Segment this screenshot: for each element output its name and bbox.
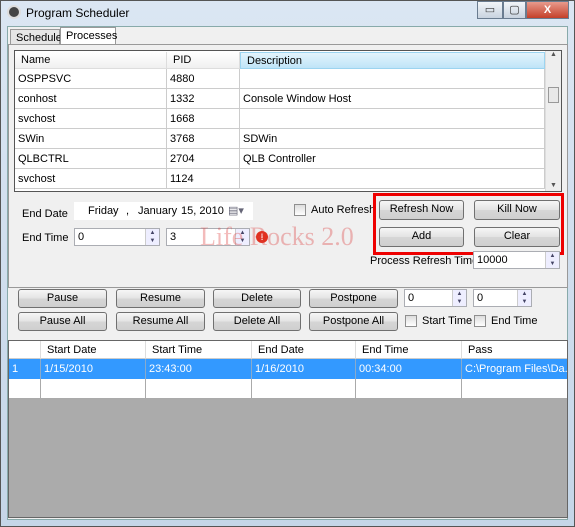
value: 0 xyxy=(408,292,415,304)
postpone-button[interactable]: Postpone xyxy=(309,289,398,308)
auto-refresh-checkbox[interactable] xyxy=(294,204,306,216)
cell-pass[interactable] xyxy=(462,379,567,399)
end-time-check-label: End Time xyxy=(491,315,538,327)
cell-start-time[interactable] xyxy=(146,379,252,399)
scroll-down-icon[interactable]: ▼ xyxy=(546,182,561,189)
end-time-hours[interactable]: 0 ▲ ▼ xyxy=(74,228,160,246)
process-description[interactable] xyxy=(240,169,545,189)
process-name[interactable]: conhost xyxy=(15,89,167,109)
resume-button[interactable]: Resume xyxy=(116,289,205,308)
delete-button[interactable]: Delete xyxy=(213,289,301,308)
column-header-description[interactable]: Description xyxy=(240,52,545,69)
postpone-spinner-1[interactable]: 0 ▲ ▼ xyxy=(404,289,467,307)
start-time-label: Start Time xyxy=(422,315,473,327)
pause-all-button[interactable]: Pause All xyxy=(18,312,107,331)
postpone-all-button[interactable]: Postpone All xyxy=(309,312,398,331)
cell-row-header[interactable]: 1 xyxy=(9,359,41,379)
window-title: Program Scheduler xyxy=(26,6,130,20)
end-time-checkbox[interactable] xyxy=(474,315,486,327)
process-description[interactable] xyxy=(240,69,545,89)
close-button[interactable]: X xyxy=(526,1,569,19)
end-date-label: End Date xyxy=(22,208,68,220)
value: 3 xyxy=(170,231,177,243)
column-header-start-time[interactable]: Start Time xyxy=(146,341,252,359)
process-refresh-label: Process Refresh Time xyxy=(370,255,479,267)
process-pid[interactable]: 1332 xyxy=(167,89,240,109)
scroll-thumb[interactable] xyxy=(548,87,559,103)
column-header-end-date[interactable]: End Date xyxy=(252,341,356,359)
value: 10000 xyxy=(477,254,508,266)
delete-all-button[interactable]: Delete All xyxy=(213,312,301,331)
watermark: Life Rocks 2.0 xyxy=(200,222,354,251)
day-year: 15, 2010 xyxy=(181,205,224,217)
column-header-pass[interactable]: Pass xyxy=(462,341,567,359)
process-name[interactable]: svchost xyxy=(15,109,167,129)
spinner-arrows-icon[interactable]: ▲ ▼ xyxy=(145,229,159,245)
column-header-name[interactable]: Name xyxy=(15,52,167,69)
start-time-checkbox[interactable] xyxy=(405,315,417,327)
app-icon xyxy=(7,5,21,19)
minimize-button[interactable]: ▭ xyxy=(477,1,503,19)
cell-end-date[interactable]: 1/16/2010 xyxy=(252,359,356,379)
process-name[interactable]: OSPPSVC xyxy=(15,69,167,89)
column-header-end-time[interactable]: End Time xyxy=(356,341,462,359)
scroll-up-icon[interactable]: ▲ xyxy=(546,51,561,58)
date-separator: , xyxy=(126,205,130,217)
cell-start-time[interactable]: 23:43:00 xyxy=(146,359,252,379)
process-name[interactable]: svchost xyxy=(15,169,167,189)
process-description[interactable]: Console Window Host xyxy=(240,89,545,109)
process-description[interactable]: QLB Controller xyxy=(240,149,545,169)
cell-start-date[interactable]: 1/15/2010 xyxy=(41,359,146,379)
schedule-grid[interactable]: Start Date Start Time End Date End Time Pass… xyxy=(8,340,568,518)
resume-all-button[interactable]: Resume All xyxy=(116,312,205,331)
process-name[interactable]: SWin xyxy=(15,129,167,149)
value: 0 xyxy=(78,231,85,243)
process-description[interactable] xyxy=(240,109,545,129)
cell-end-time[interactable] xyxy=(356,379,462,399)
calendar-dropdown-icon[interactable]: ▤▾ xyxy=(228,204,244,217)
process-refresh-input[interactable]: 10000 ▲ ▼ xyxy=(473,251,560,269)
spinner-arrows-icon[interactable]: ▲ ▼ xyxy=(517,290,531,306)
cell-end-date[interactable] xyxy=(252,379,356,399)
end-date-picker[interactable]: Friday , January 15, 2010 ▤▾ xyxy=(74,202,253,220)
process-name[interactable]: QLBCTRL xyxy=(15,149,167,169)
process-pid[interactable]: 1124 xyxy=(167,169,240,189)
column-header-pid[interactable]: PID xyxy=(167,52,240,69)
pause-button[interactable]: Pause xyxy=(18,289,107,308)
spinner-arrows-icon[interactable]: ▲ ▼ xyxy=(452,290,466,306)
process-list[interactable]: Name PID Description ▲ ▼ OSPPSVC 4880 conh… xyxy=(14,50,562,192)
month: January xyxy=(138,205,178,217)
process-pid[interactable]: 1668 xyxy=(167,109,240,129)
auto-refresh-label: Auto Refresh xyxy=(311,204,376,216)
value: 0 xyxy=(477,292,484,304)
scrollbar[interactable]: ▲ ▼ xyxy=(545,51,561,191)
cell-start-date[interactable] xyxy=(41,379,146,399)
end-time-label: End Time xyxy=(22,232,69,244)
process-pid[interactable]: 3768 xyxy=(167,129,240,149)
column-header-start-date[interactable]: Start Date xyxy=(41,341,146,359)
column-header-row-header[interactable] xyxy=(9,341,41,359)
highlight-box xyxy=(373,193,564,255)
postpone-spinner-2[interactable]: 0 ▲ ▼ xyxy=(473,289,532,307)
process-description[interactable]: SDWin xyxy=(240,129,545,149)
weekday: Friday xyxy=(88,205,119,217)
maximize-button[interactable]: ▢ xyxy=(503,1,526,19)
cell-pass[interactable]: C:\Program Files\Da... xyxy=(462,359,567,379)
spinner-arrows-icon[interactable]: ▲ ▼ xyxy=(545,252,559,268)
cell-row-header[interactable] xyxy=(9,379,41,399)
cell-end-time[interactable]: 00:34:00 xyxy=(356,359,462,379)
process-pid[interactable]: 2704 xyxy=(167,149,240,169)
process-pid[interactable]: 4880 xyxy=(167,69,240,89)
